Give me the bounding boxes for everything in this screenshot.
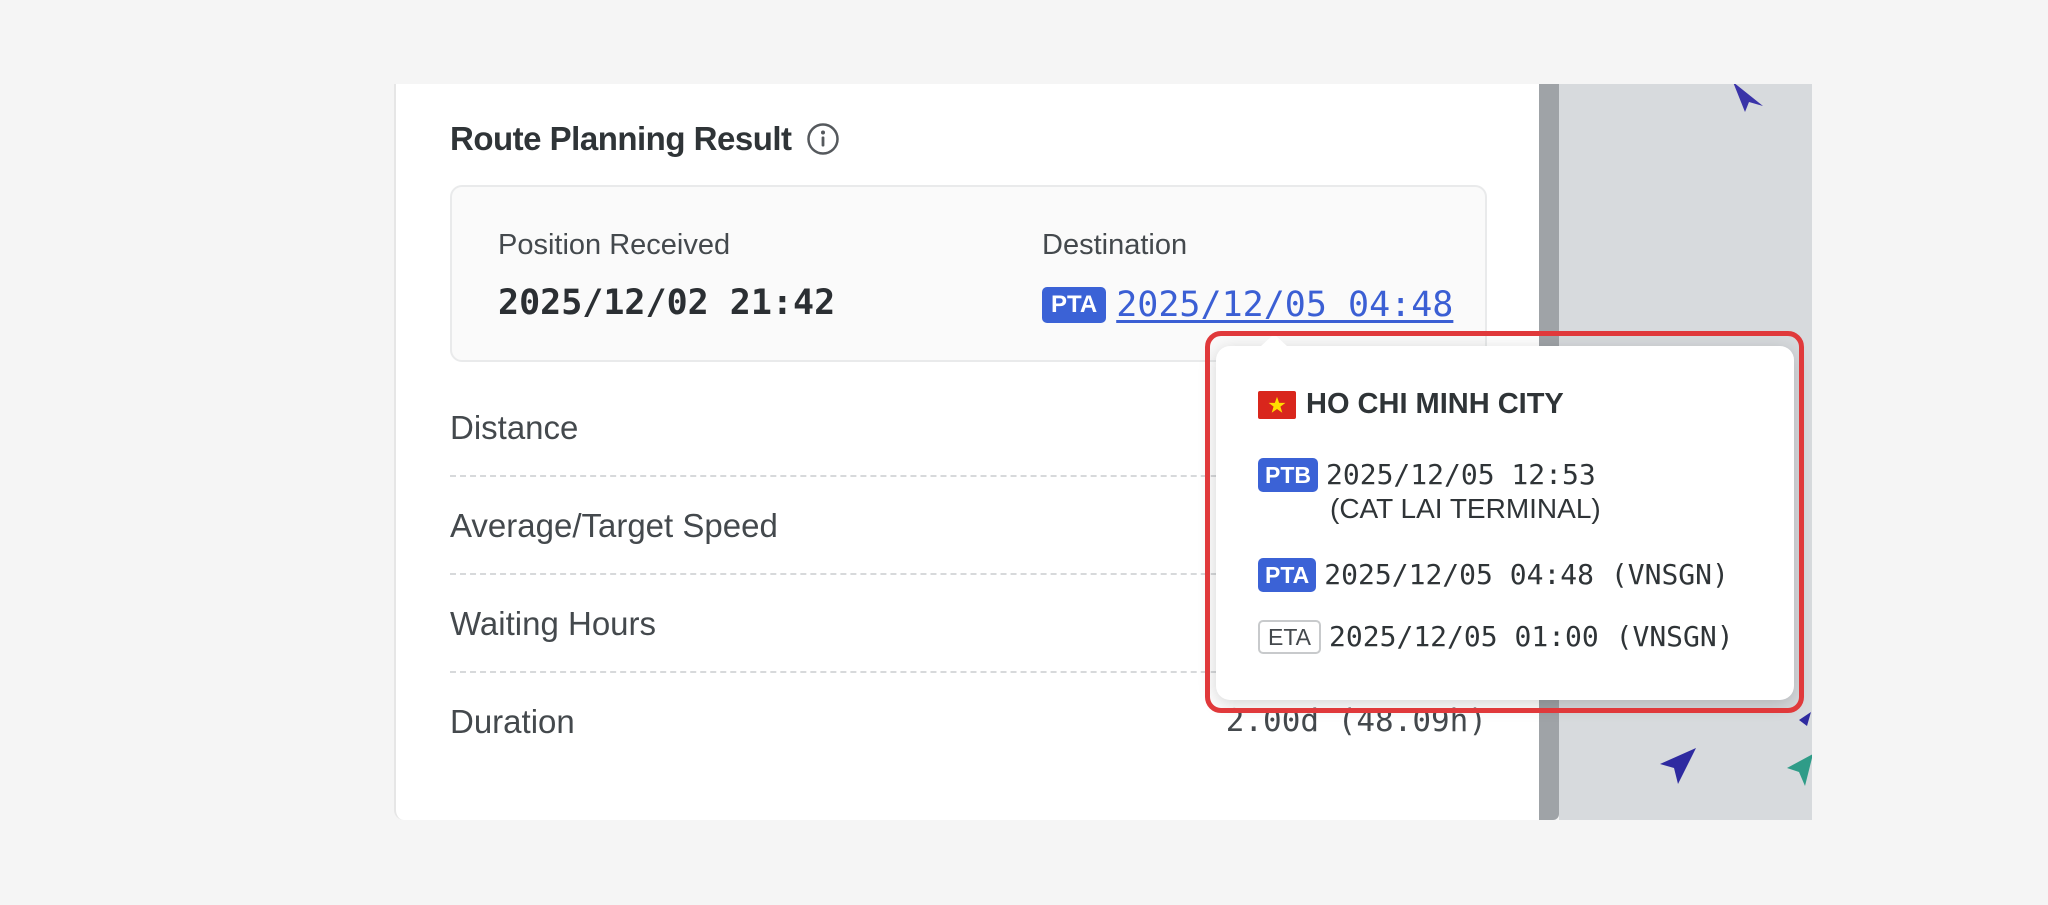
- title-row: Route Planning Result: [450, 120, 840, 158]
- pta-badge: PTA: [1258, 558, 1317, 592]
- port-header: HO CHI MINH CITY: [1258, 388, 1564, 421]
- destination-value: PTA 2025/12/05 04:48: [1042, 285, 1453, 325]
- eta-datetime: 2025/12/05 01:00 (VNSGN): [1329, 620, 1734, 653]
- vessel-arrow-icon[interactable]: [1654, 744, 1700, 788]
- speed-label: Average/Target Speed: [450, 507, 778, 544]
- popover-caret: [1260, 334, 1288, 347]
- eta-entry: ETA 2025/12/05 01:00 (VNSGN): [1258, 620, 1734, 654]
- distance-label: Distance: [450, 409, 579, 446]
- destination-link[interactable]: 2025/12/05 04:48: [1116, 285, 1453, 325]
- pta-entry: PTA 2025/12/05 04:48 (VNSGN): [1258, 558, 1729, 592]
- ptb-datetime: 2025/12/05 12:53: [1326, 458, 1596, 491]
- destination-popover: HO CHI MINH CITY PTB 2025/12/05 12:53 (C…: [1216, 334, 1794, 700]
- pta-datetime: 2025/12/05 04:48 (VNSGN): [1324, 558, 1729, 591]
- duration-label: Duration: [450, 703, 575, 740]
- info-icon[interactable]: [806, 122, 840, 156]
- port-name: HO CHI MINH CITY: [1306, 388, 1564, 420]
- ptb-terminal: (CAT LAI TERMINAL): [1330, 493, 1601, 524]
- position-received-label: Position Received: [498, 229, 731, 261]
- eta-badge: ETA: [1258, 620, 1322, 654]
- waiting-hours-label: Waiting Hours: [450, 605, 657, 642]
- ptb-badge: PTB: [1258, 458, 1318, 492]
- position-received-value: 2025/12/02 21:42: [498, 283, 836, 323]
- vessel-arrow-icon[interactable]: [1797, 710, 1812, 730]
- pta-badge: PTA: [1042, 287, 1107, 323]
- destination-label: Destination: [1042, 229, 1188, 261]
- ptb-entry: PTB 2025/12/05 12:53 (CAT LAI TERMINAL): [1258, 458, 1601, 526]
- vessel-arrow-icon[interactable]: [1785, 750, 1812, 790]
- panel-title: Route Planning Result: [450, 120, 792, 157]
- vessel-arrow-icon[interactable]: [1729, 84, 1769, 114]
- duration-value: 2.00d (48.09h): [1225, 703, 1487, 739]
- vietnam-flag-icon: [1258, 390, 1296, 419]
- summary-card: Position Received 2025/12/02 21:42 Desti…: [450, 185, 1487, 362]
